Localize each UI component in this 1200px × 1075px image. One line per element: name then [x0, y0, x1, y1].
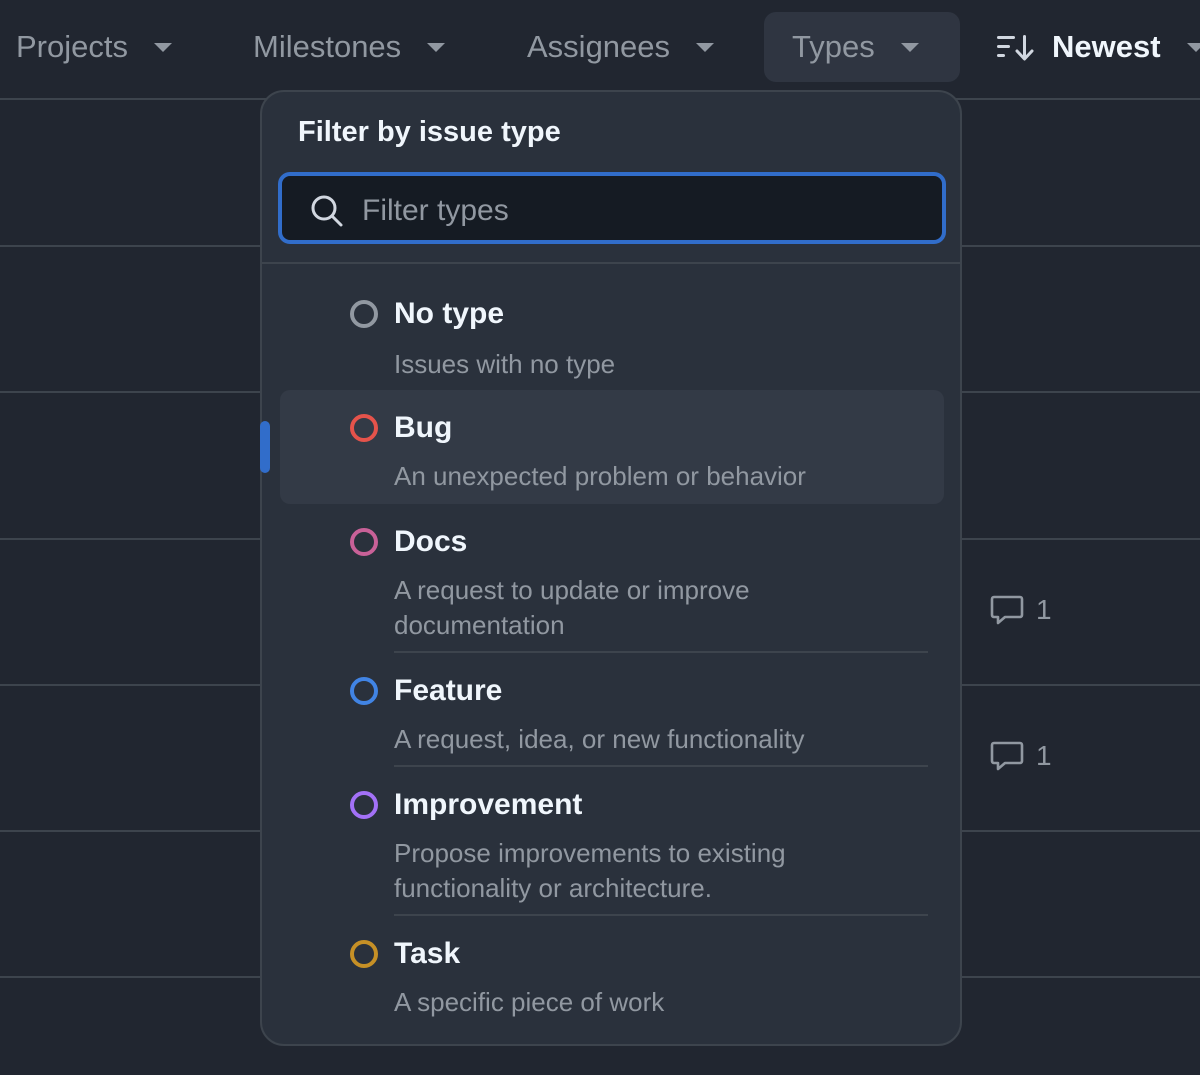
option-bug[interactable]: Bug An unexpected problem or behavior: [280, 390, 944, 504]
comment-icon: [990, 741, 1024, 771]
assignees-filter-button[interactable]: Assignees: [527, 12, 715, 82]
option-name: Docs: [394, 525, 468, 558]
chevron-down-icon: [1186, 42, 1200, 52]
sort-button[interactable]: Newest: [996, 12, 1200, 82]
option-name: Improvement: [394, 788, 583, 821]
issue-type-filter-menu: Filter by issue type No type Issues with…: [260, 90, 962, 1046]
chevron-down-icon: [153, 42, 172, 52]
menu-title: Filter by issue type: [298, 116, 561, 148]
option-name: Task: [394, 937, 461, 970]
filter-types-search[interactable]: [278, 172, 946, 244]
chevron-down-icon: [696, 42, 715, 52]
option-description: Issues with no type: [394, 349, 616, 379]
circle-icon: [350, 940, 378, 968]
option-description: An unexpected problem or behavior: [394, 461, 806, 491]
sort-desc-icon: [997, 35, 1034, 61]
option-description: A request to update or improve documenta…: [394, 575, 750, 640]
option-name: Bug: [394, 411, 453, 444]
chevron-down-icon: [427, 42, 446, 52]
projects-filter-label: Projects: [16, 29, 128, 64]
comment-count-value: 1: [1036, 740, 1052, 771]
types-filter-label: Types: [792, 29, 875, 64]
filter-bar: Projects Milestones Assignees Types Newe…: [0, 0, 1200, 100]
option-no-type[interactable]: No type Issues with no type: [280, 282, 944, 390]
milestones-filter-button[interactable]: Milestones: [253, 12, 446, 82]
menu-divider: [262, 262, 960, 264]
search-icon: [311, 195, 343, 227]
sort-label: Newest: [1052, 29, 1161, 64]
option-name: Feature: [394, 674, 503, 707]
comment-count[interactable]: 1: [990, 594, 1052, 626]
circle-icon: [350, 414, 378, 442]
types-filter-button[interactable]: Types: [764, 12, 960, 82]
option-docs[interactable]: Docs A request to update or improve docu…: [280, 504, 944, 653]
active-option-indicator: [260, 421, 270, 473]
circle-icon: [350, 528, 378, 556]
option-description: A request, idea, or new functionality: [394, 724, 805, 754]
projects-filter-button[interactable]: Projects: [16, 12, 172, 82]
comment-icon: [990, 595, 1024, 625]
option-feature[interactable]: Feature A request, idea, or new function…: [280, 653, 944, 767]
comment-count[interactable]: 1: [990, 740, 1052, 772]
circle-icon: [350, 300, 378, 328]
milestones-filter-label: Milestones: [253, 29, 402, 64]
option-improvement[interactable]: Improvement Propose improvements to exis…: [280, 767, 944, 916]
filter-types-input[interactable]: [360, 186, 924, 236]
comment-count-value: 1: [1036, 594, 1052, 625]
chevron-down-icon: [900, 42, 919, 52]
circle-icon: [350, 677, 378, 705]
circle-icon: [350, 791, 378, 819]
option-description: A specific piece of work: [394, 987, 665, 1017]
option-name: No type: [394, 297, 505, 330]
option-task[interactable]: Task A specific piece of work: [280, 916, 944, 1030]
assignees-filter-label: Assignees: [527, 29, 671, 64]
option-description: Propose improvements to existing functio…: [394, 838, 786, 903]
